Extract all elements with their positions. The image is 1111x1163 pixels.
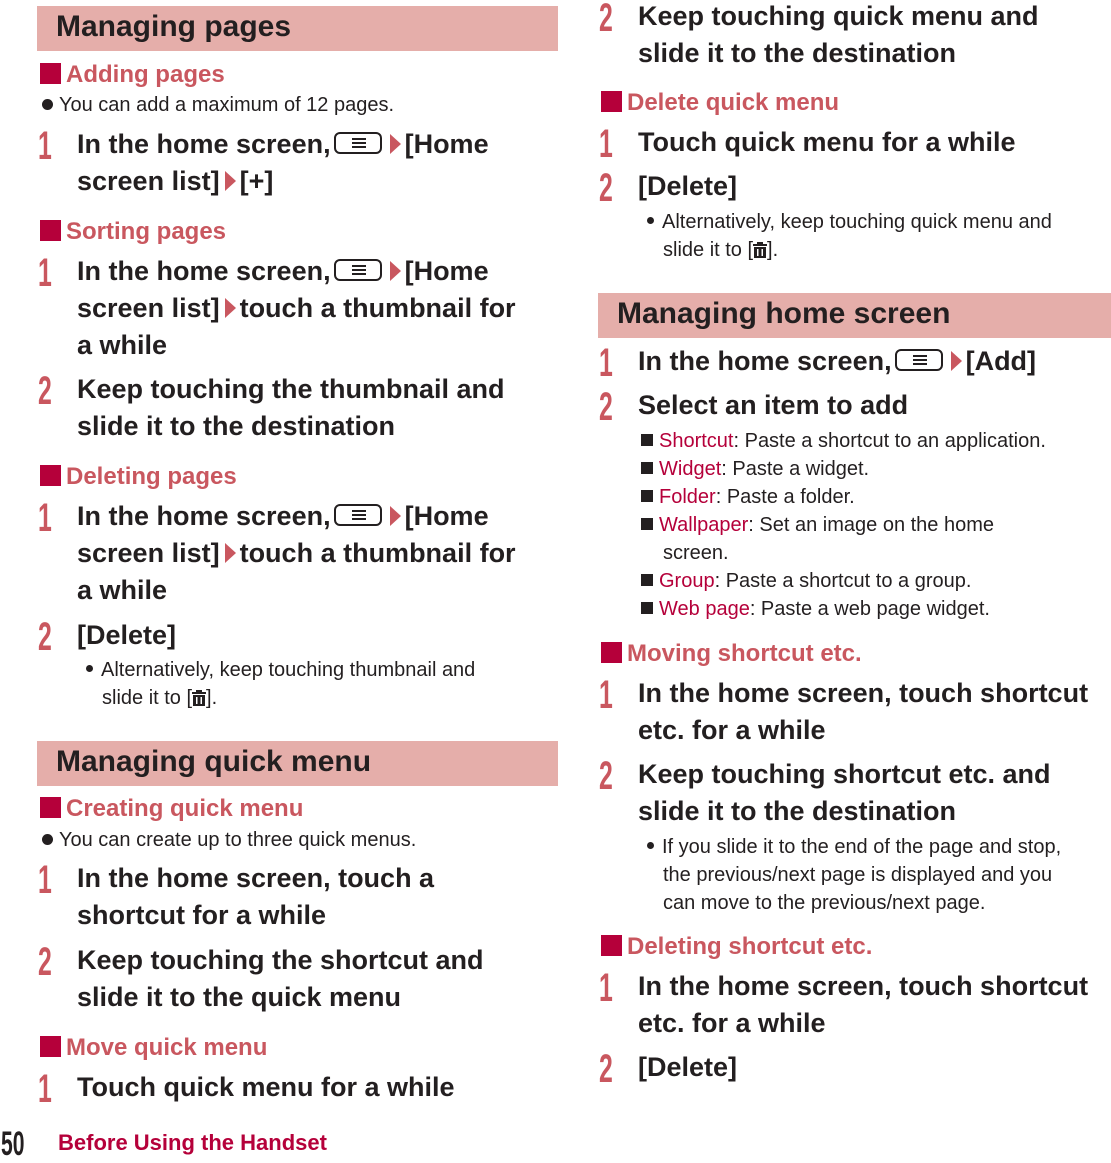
bullet-icon	[42, 834, 53, 845]
subheading-deleting-pages: Deleting pages	[40, 462, 237, 492]
note-adding-pages: You can add a maximum of 12 pages.	[42, 93, 394, 117]
subheading-move-quick-menu: Move quick menu	[40, 1033, 267, 1063]
square-bullet-icon	[641, 602, 653, 614]
arrow-right-icon	[389, 506, 401, 526]
square-marker-icon	[40, 465, 61, 486]
square-marker-icon	[40, 797, 61, 818]
step-number: 2	[38, 940, 52, 984]
square-bullet-icon	[641, 574, 653, 586]
add-item-widget: Widget: Paste a widget.	[641, 455, 869, 483]
menu-key-icon	[333, 259, 382, 281]
square-marker-icon	[40, 220, 61, 241]
step-number: 1	[38, 1067, 52, 1111]
step-number: 1	[38, 858, 52, 902]
subheading-delete-quick-menu: Delete quick menu	[601, 88, 839, 118]
step-number: 2	[38, 615, 52, 659]
add-item-shortcut: Shortcut: Paste a shortcut to an applica…	[641, 427, 1046, 455]
step-number: 2	[599, 385, 613, 429]
subheading-moving-shortcut: Moving shortcut etc.	[601, 639, 862, 669]
step-number: 1	[599, 966, 613, 1010]
subheading-sorting-pages: Sorting pages	[40, 217, 226, 247]
arrow-right-icon	[224, 298, 236, 318]
note-creating-quick-menu: You can create up to three quick menus.	[42, 828, 416, 852]
step-number: 1	[38, 251, 52, 295]
arrow-right-icon	[389, 261, 401, 281]
trash-icon	[753, 242, 768, 258]
trash-icon	[192, 690, 207, 706]
step-number: 1	[599, 122, 613, 166]
square-bullet-icon	[641, 518, 653, 530]
step-number: 1	[38, 496, 52, 540]
bullet-icon	[42, 99, 53, 110]
sub-note-moving-shortcut: If you slide it to the end of the page a…	[647, 833, 1061, 917]
square-marker-icon	[601, 642, 622, 663]
arrow-right-icon	[950, 351, 962, 371]
section-banner-managing-pages: Managing pages	[37, 6, 558, 51]
add-item-wallpaper: Wallpaper: Set an image on the home scre…	[641, 511, 994, 567]
section-title: Managing quick menu	[56, 745, 372, 778]
add-item-folder: Folder: Paste a folder.	[641, 483, 855, 511]
menu-key-icon	[333, 132, 382, 154]
subheading-deleting-shortcut: Deleting shortcut etc.	[601, 932, 872, 962]
section-title: Managing home screen	[617, 297, 951, 330]
sub-note-deleting-pages: Alternatively, keep touching thumbnail a…	[86, 656, 475, 712]
square-bullet-icon	[641, 434, 653, 446]
bullet-icon	[86, 665, 93, 672]
section-banner-managing-quick-menu: Managing quick menu	[37, 741, 558, 786]
step-number: 1	[599, 673, 613, 717]
arrow-right-icon	[224, 543, 236, 563]
square-marker-icon	[601, 935, 622, 956]
step-number: 2	[599, 166, 613, 210]
step-number: 2	[599, 0, 613, 40]
sub-note-delete-quick-menu: Alternatively, keep touching quick menu …	[647, 208, 1052, 264]
arrow-right-icon	[389, 134, 401, 154]
step-number: 2	[599, 1047, 613, 1091]
subheading-creating-quick-menu: Creating quick menu	[40, 794, 303, 824]
menu-key-icon	[894, 349, 943, 371]
page-number: 50	[1, 1125, 25, 1163]
square-marker-icon	[40, 63, 61, 84]
step-number: 1	[599, 341, 613, 385]
square-bullet-icon	[641, 462, 653, 474]
menu-key-icon	[333, 504, 382, 526]
arrow-right-icon	[224, 171, 236, 191]
add-item-web-page: Web page: Paste a web page widget.	[641, 595, 990, 623]
step-number: 2	[599, 754, 613, 798]
bullet-icon	[647, 842, 654, 849]
step-number: 1	[38, 124, 52, 168]
bullet-icon	[647, 217, 654, 224]
square-marker-icon	[601, 91, 622, 112]
section-title: Managing pages	[56, 10, 292, 43]
add-item-group: Group: Paste a shortcut to a group.	[641, 567, 971, 595]
section-banner-managing-home-screen: Managing home screen	[598, 293, 1111, 338]
subheading-adding-pages: Adding pages	[40, 60, 225, 90]
footer-section-title: Before Using the Handset	[58, 1130, 327, 1155]
step-number: 2	[38, 369, 52, 413]
square-bullet-icon	[641, 490, 653, 502]
square-marker-icon	[40, 1036, 61, 1057]
